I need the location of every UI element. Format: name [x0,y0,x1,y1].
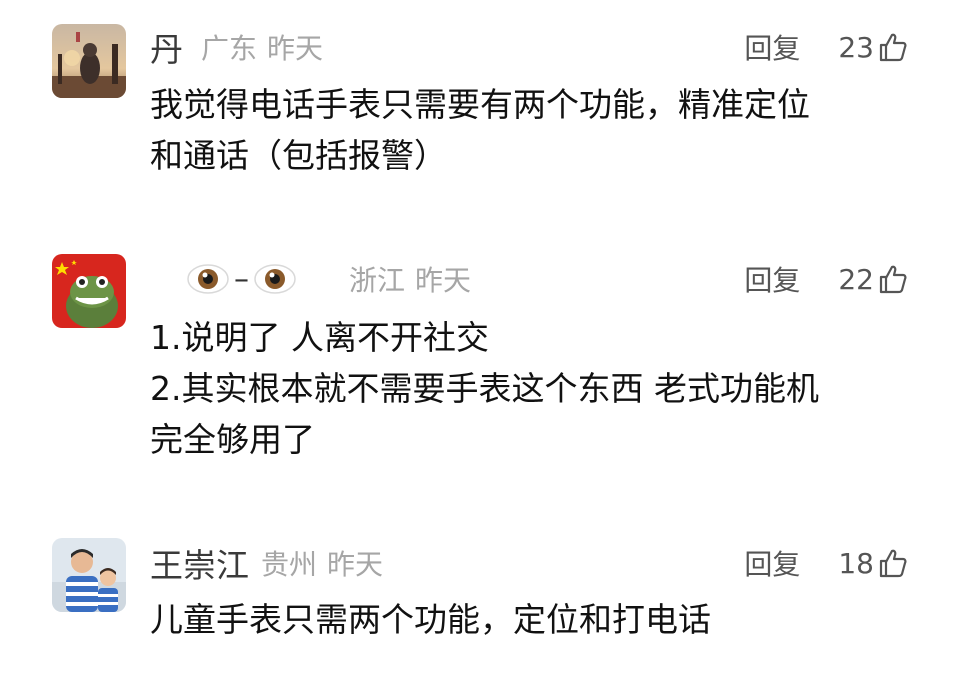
like-count: 22 [838,262,874,296]
avatar[interactable] [52,254,126,328]
thumbs-up-icon[interactable] [878,31,908,63]
comment-line: 2.其实根本就不需要手表这个东西 老式功能机 [150,369,819,408]
reply-button[interactable]: 回复 [744,259,800,299]
location: 贵州 [261,548,318,581]
eyes-emoji-icon [253,263,297,295]
like-count: 18 [838,546,874,580]
timestamp: 昨天 [267,32,324,65]
timestamp: 昨天 [327,548,384,581]
comment-meta: 王崇江 贵州 昨天 [150,538,383,588]
comment-line: 儿童手表只需两个功能，定位和打电话 [150,600,711,639]
location: 浙江 [349,264,406,297]
thumbs-up-icon[interactable] [878,547,908,579]
username-emoji[interactable]: – [186,262,297,297]
comment-text: 1.说明了 人离不开社交 2.其实根本就不需要手表这个东西 老式功能机 完全够用… [150,312,900,465]
comment-line: 我觉得电话手表只需要有两个功能，精准定位 [150,85,810,124]
avatar[interactable] [52,538,126,612]
comment-meta: – 浙江 昨天 [186,254,471,304]
reply-button[interactable]: 回复 [744,27,800,67]
reply-button[interactable]: 回复 [744,543,800,583]
timestamp: 昨天 [415,264,472,297]
avatar[interactable] [52,24,126,98]
eyes-emoji-icon [186,263,230,295]
comment-text: 我觉得电话手表只需要有两个功能，精准定位 和通话（包括报警） [150,79,900,181]
username-dash: – [234,261,249,297]
comment-line: 1.说明了 人离不开社交 [150,318,489,357]
thumbs-up-icon[interactable] [878,263,908,295]
comment-meta: 丹 广东 昨天 [150,22,323,72]
comment-actions: 回复 23 [744,22,908,72]
like-count: 23 [838,30,874,64]
comment-actions: 回复 18 [744,538,908,588]
comment-text: 儿童手表只需两个功能，定位和打电话 [150,594,900,645]
username[interactable]: 王崇江 [150,539,249,587]
comment-line: 和通话（包括报警） [150,136,447,175]
location: 广东 [201,32,258,65]
comment-line: 完全够用了 [150,420,315,459]
username[interactable]: 丹 [150,23,183,71]
comment-actions: 回复 22 [744,254,908,304]
